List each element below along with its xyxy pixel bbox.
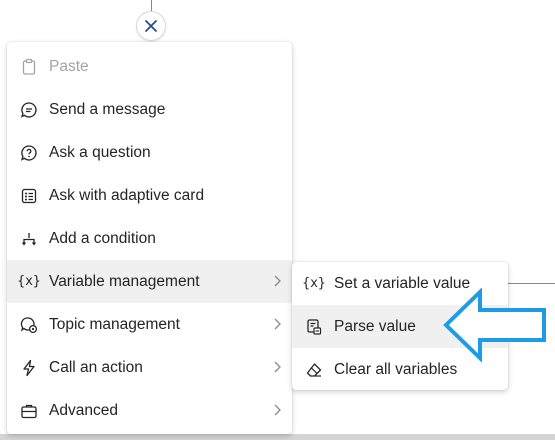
chat-bubble-icon (19, 100, 39, 120)
parse-value-icon (304, 317, 324, 337)
menu-item-label: Add a condition (49, 229, 156, 247)
menu-item-label: Ask with adaptive card (49, 186, 205, 204)
chevron-right-icon (272, 359, 282, 375)
menu-item-add-condition[interactable]: Add a condition (7, 217, 292, 260)
menu-item-ask-question[interactable]: Ask a question (7, 131, 292, 174)
menu-item-label: Paste (49, 57, 89, 75)
close-icon (145, 20, 157, 32)
topic-gear-icon (19, 315, 39, 335)
flow-connector-line (508, 283, 555, 284)
chevron-right-icon (272, 316, 282, 332)
variable-icon: {x} (17, 274, 41, 289)
question-bubble-icon (19, 143, 39, 163)
canvas: Paste Send a message Ask a question Ask … (0, 0, 555, 440)
menu-item-label: Variable management (49, 272, 200, 290)
variable-icon: {x} (302, 276, 326, 291)
close-menu-button[interactable] (137, 12, 165, 40)
menu-item-call-action[interactable]: Call an action (7, 346, 292, 389)
add-node-menu: Paste Send a message Ask a question Ask … (7, 42, 292, 434)
chevron-right-icon (272, 402, 282, 418)
menu-item-label: Call an action (49, 358, 143, 376)
menu-item-variable-management[interactable]: {x} Variable management (7, 260, 292, 303)
adaptive-card-icon (19, 186, 39, 206)
chevron-right-icon (272, 273, 282, 289)
menu-item-label: Send a message (49, 100, 166, 118)
submenu-item-label: Clear all variables (334, 360, 458, 378)
submenu-item-label: Parse value (334, 317, 416, 335)
canvas-scrollbar[interactable] (0, 434, 555, 440)
menu-item-topic-management[interactable]: Topic management (7, 303, 292, 346)
eraser-icon (304, 360, 324, 380)
menu-item-label: Ask a question (49, 143, 151, 161)
clipboard-icon (19, 57, 39, 77)
menu-item-label: Advanced (49, 401, 118, 419)
branch-icon (19, 229, 39, 249)
menu-item-paste[interactable]: Paste (7, 45, 292, 88)
menu-item-send-message[interactable]: Send a message (7, 88, 292, 131)
menu-item-advanced[interactable]: Advanced (7, 389, 292, 432)
annotation-arrow-icon (443, 288, 546, 363)
briefcase-icon (19, 401, 39, 421)
menu-item-label: Topic management (49, 315, 180, 333)
lightning-icon (19, 358, 39, 378)
menu-item-adaptive-card[interactable]: Ask with adaptive card (7, 174, 292, 217)
